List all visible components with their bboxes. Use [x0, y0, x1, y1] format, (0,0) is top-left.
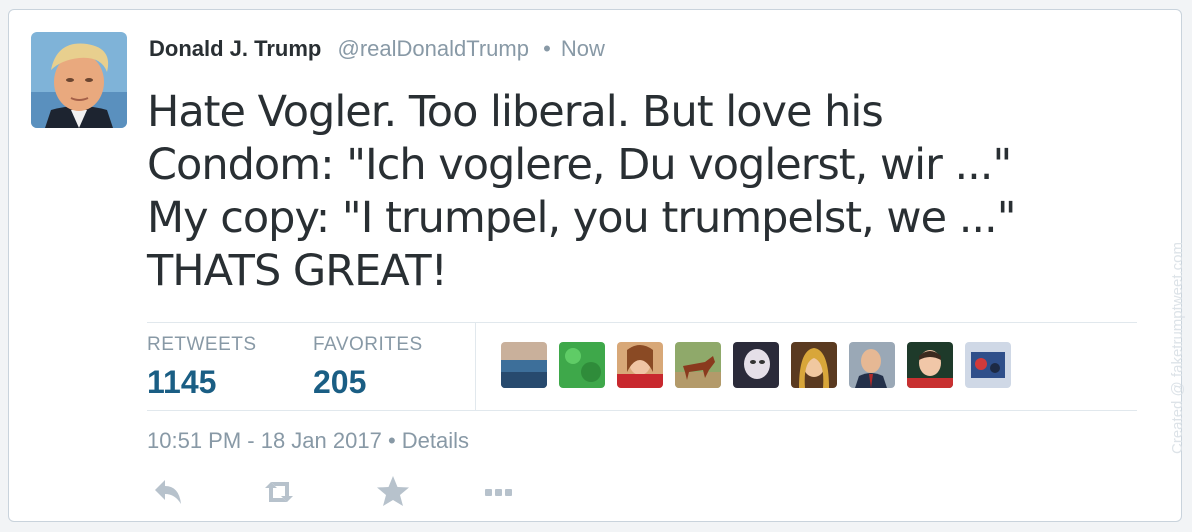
tweet-text-line: THATS GREAT! [147, 246, 448, 296]
favoriter-avatar[interactable] [559, 342, 605, 388]
tweet-stats: RETWEETS 1145 FAVORITES 205 [147, 322, 1137, 410]
favoriter-avatar[interactable] [791, 342, 837, 388]
tweet-text: Hate Vogler. Too liberal. But love his C… [147, 86, 1107, 298]
user-avatar[interactable] [31, 32, 127, 128]
user-handle[interactable]: @realDonaldTrump [337, 36, 528, 61]
tweet-time[interactable]: Now [561, 36, 605, 61]
favorite-icon[interactable] [373, 472, 413, 512]
reply-icon[interactable] [147, 472, 187, 512]
favorites-count: 205 [313, 364, 367, 400]
details-link[interactable]: Details [402, 428, 469, 453]
tweet-card: Donald J. Trump @realDonaldTrump • Now H… [8, 9, 1186, 522]
retweets-count: 1145 [147, 364, 217, 400]
tweet-header: Donald J. Trump @realDonaldTrump • Now [149, 36, 605, 62]
watermark-text: Created @ faketrumptweet.com [1169, 242, 1186, 454]
stats-bottom-divider [147, 410, 1137, 411]
favorites-label: FAVORITES [313, 334, 423, 355]
retweets-label: RETWEETS [147, 334, 257, 355]
favoriter-avatar[interactable] [733, 342, 779, 388]
favoriter-avatar[interactable] [501, 342, 547, 388]
tweet-text-line: Hate Vogler. Too liberal. But love his [147, 87, 884, 137]
tweet-text-line: My copy: "I trumpel, you trumpelst, we .… [147, 193, 1017, 243]
favorites-stat[interactable]: FAVORITES 205 [313, 334, 423, 401]
favoriter-avatar[interactable] [849, 342, 895, 388]
display-name[interactable]: Donald J. Trump [149, 36, 321, 61]
favoriter-avatar[interactable] [907, 342, 953, 388]
tweet-meta: 10:51 PM - 18 Jan 2017 • Details [147, 428, 469, 454]
stats-vertical-divider [475, 322, 476, 410]
header-separator: • [543, 36, 551, 61]
tweet-text-line: Condom: "Ich voglere, Du voglerst, wir .… [147, 140, 1012, 190]
retweet-icon[interactable] [259, 472, 299, 512]
meta-separator: • [387, 428, 396, 453]
favoriter-avatar[interactable] [617, 342, 663, 388]
favoriter-avatar[interactable] [675, 342, 721, 388]
favoriter-avatar[interactable] [965, 342, 1011, 388]
retweets-stat[interactable]: RETWEETS 1145 [147, 334, 257, 401]
tweet-timestamp[interactable]: 10:51 PM - 18 Jan 2017 [147, 428, 382, 453]
more-icon[interactable] [479, 472, 519, 512]
